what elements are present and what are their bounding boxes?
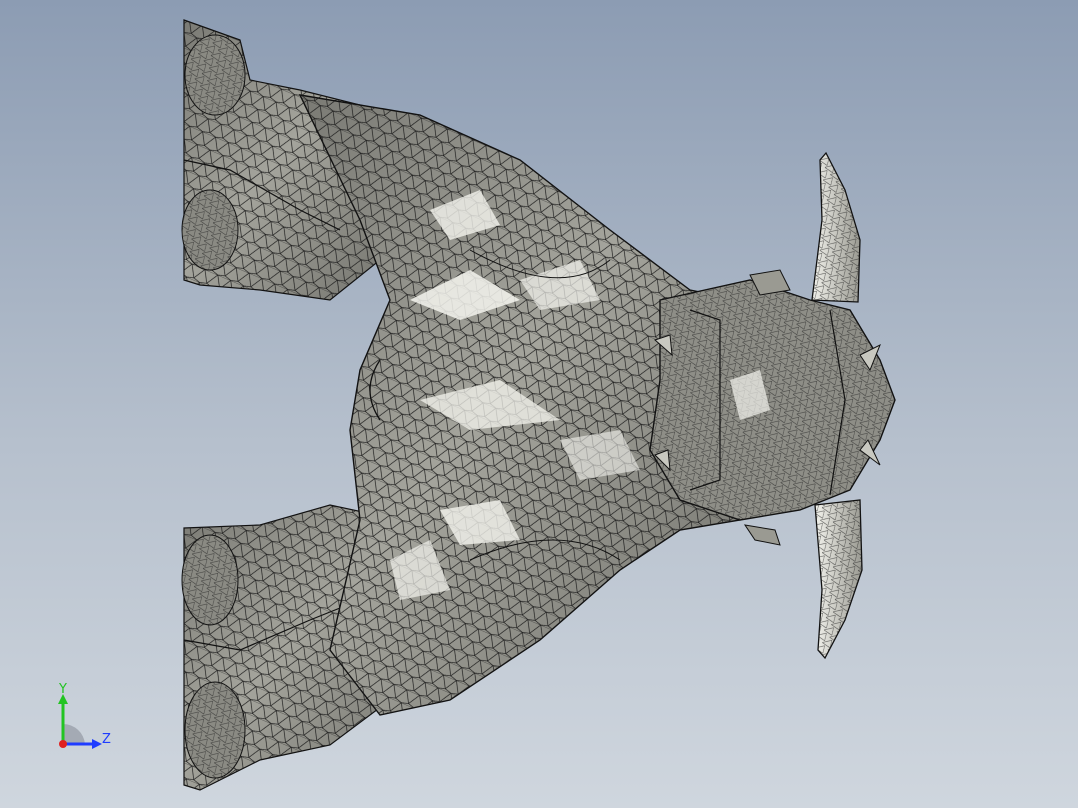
orientation-triad: Y Z: [40, 680, 130, 760]
triad-axes: [58, 694, 102, 749]
bull-mesh-model[interactable]: [0, 0, 1078, 808]
x-axis-dot: [59, 740, 67, 748]
y-axis-label: Y: [59, 682, 67, 697]
z-axis-label: Z: [102, 732, 111, 747]
graphics-viewport[interactable]: Y Z: [0, 0, 1078, 808]
